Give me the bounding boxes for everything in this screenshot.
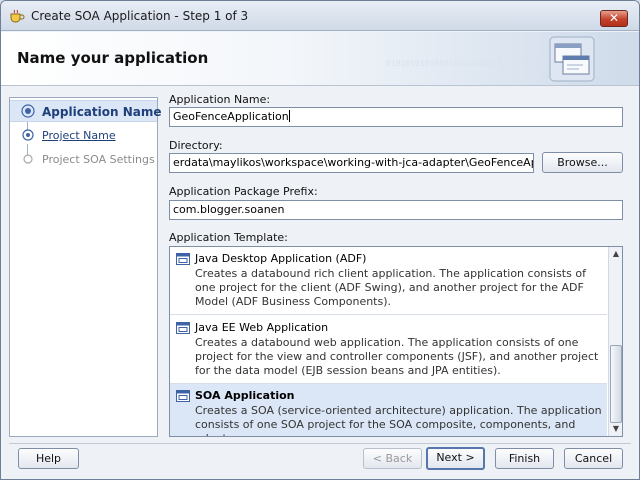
- template-description: Creates a databound rich client applicat…: [195, 267, 586, 308]
- wizard-header: Name your application 010101010101010101…: [1, 32, 639, 86]
- window-title: Create SOA Application - Step 1 of 3: [31, 9, 249, 23]
- template-description: Creates a databound web application. The…: [195, 336, 599, 377]
- template-scrollbar[interactable]: ▲ ▼: [608, 247, 622, 436]
- template-title: Java Desktop Application (ADF): [195, 252, 367, 265]
- next-button[interactable]: Next >: [426, 447, 485, 470]
- step-icon: [21, 128, 35, 142]
- scroll-thumb[interactable]: [610, 345, 622, 423]
- dialog-window: Create SOA Application - Step 1 of 3 ✕ N…: [0, 0, 640, 480]
- template-item-adf[interactable]: Java Desktop Application (ADF) Creates a…: [170, 247, 607, 313]
- footer-divider: [9, 443, 631, 444]
- directory-label: Directory:: [169, 139, 223, 152]
- cup-icon: [9, 9, 25, 23]
- application-icon: [176, 322, 190, 334]
- app-name-label: Application Name:: [169, 93, 271, 106]
- windows-illustration-icon: [549, 36, 595, 82]
- text-caret: [288, 110, 290, 122]
- title-bar[interactable]: Create SOA Application - Step 1 of 3 ✕: [1, 1, 639, 31]
- template-item-soa[interactable]: SOA Application Creates a SOA (service-o…: [170, 384, 607, 436]
- application-icon: [176, 253, 190, 265]
- package-prefix-input[interactable]: com.blogger.soanen: [169, 200, 623, 220]
- browse-button[interactable]: Browse...: [542, 152, 623, 173]
- nav-label-project-name: Project Name: [42, 129, 116, 142]
- scroll-down-icon[interactable]: ▼: [610, 423, 622, 435]
- disabled-step-icon: [21, 152, 35, 166]
- template-label: Application Template:: [169, 231, 288, 244]
- directory-input[interactable]: erdata\maylikos\workspace\working-with-j…: [169, 153, 534, 173]
- wizard-steps-panel: Application Name Project Name Project SO…: [9, 97, 162, 437]
- template-title: SOA Application: [195, 389, 295, 402]
- cancel-button[interactable]: Cancel: [564, 448, 623, 469]
- nav-item-project-name[interactable]: Project Name: [10, 124, 157, 146]
- template-item-java-ee[interactable]: Java EE Web Application Creates a databo…: [170, 316, 607, 382]
- template-description: Creates a SOA (service-oriented architec…: [195, 404, 602, 436]
- app-name-value: GeoFenceApplication: [173, 110, 289, 123]
- binary-decoration: 010101010101010101010101 01010101: [386, 59, 545, 68]
- page-title: Name your application: [17, 49, 209, 67]
- nav-label-application-name: Application Name: [42, 105, 162, 119]
- scroll-up-icon[interactable]: ▲: [610, 248, 622, 260]
- nav-label-project-soa-settings: Project SOA Settings: [42, 153, 155, 166]
- close-button[interactable]: ✕: [600, 10, 628, 27]
- template-list[interactable]: Java Desktop Application (ADF) Creates a…: [169, 246, 623, 437]
- app-name-input[interactable]: GeoFenceApplication: [169, 107, 623, 127]
- template-title: Java EE Web Application: [195, 321, 329, 334]
- package-prefix-label: Application Package Prefix:: [169, 185, 318, 198]
- current-step-icon: [21, 104, 35, 118]
- help-button[interactable]: Help: [18, 448, 79, 469]
- back-button[interactable]: < Back: [363, 448, 422, 469]
- application-icon: [176, 390, 190, 402]
- nav-item-project-soa-settings: Project SOA Settings: [10, 148, 157, 170]
- list-divider: [170, 314, 607, 315]
- finish-button[interactable]: Finish: [495, 448, 554, 469]
- nav-item-application-name[interactable]: Application Name: [10, 100, 162, 122]
